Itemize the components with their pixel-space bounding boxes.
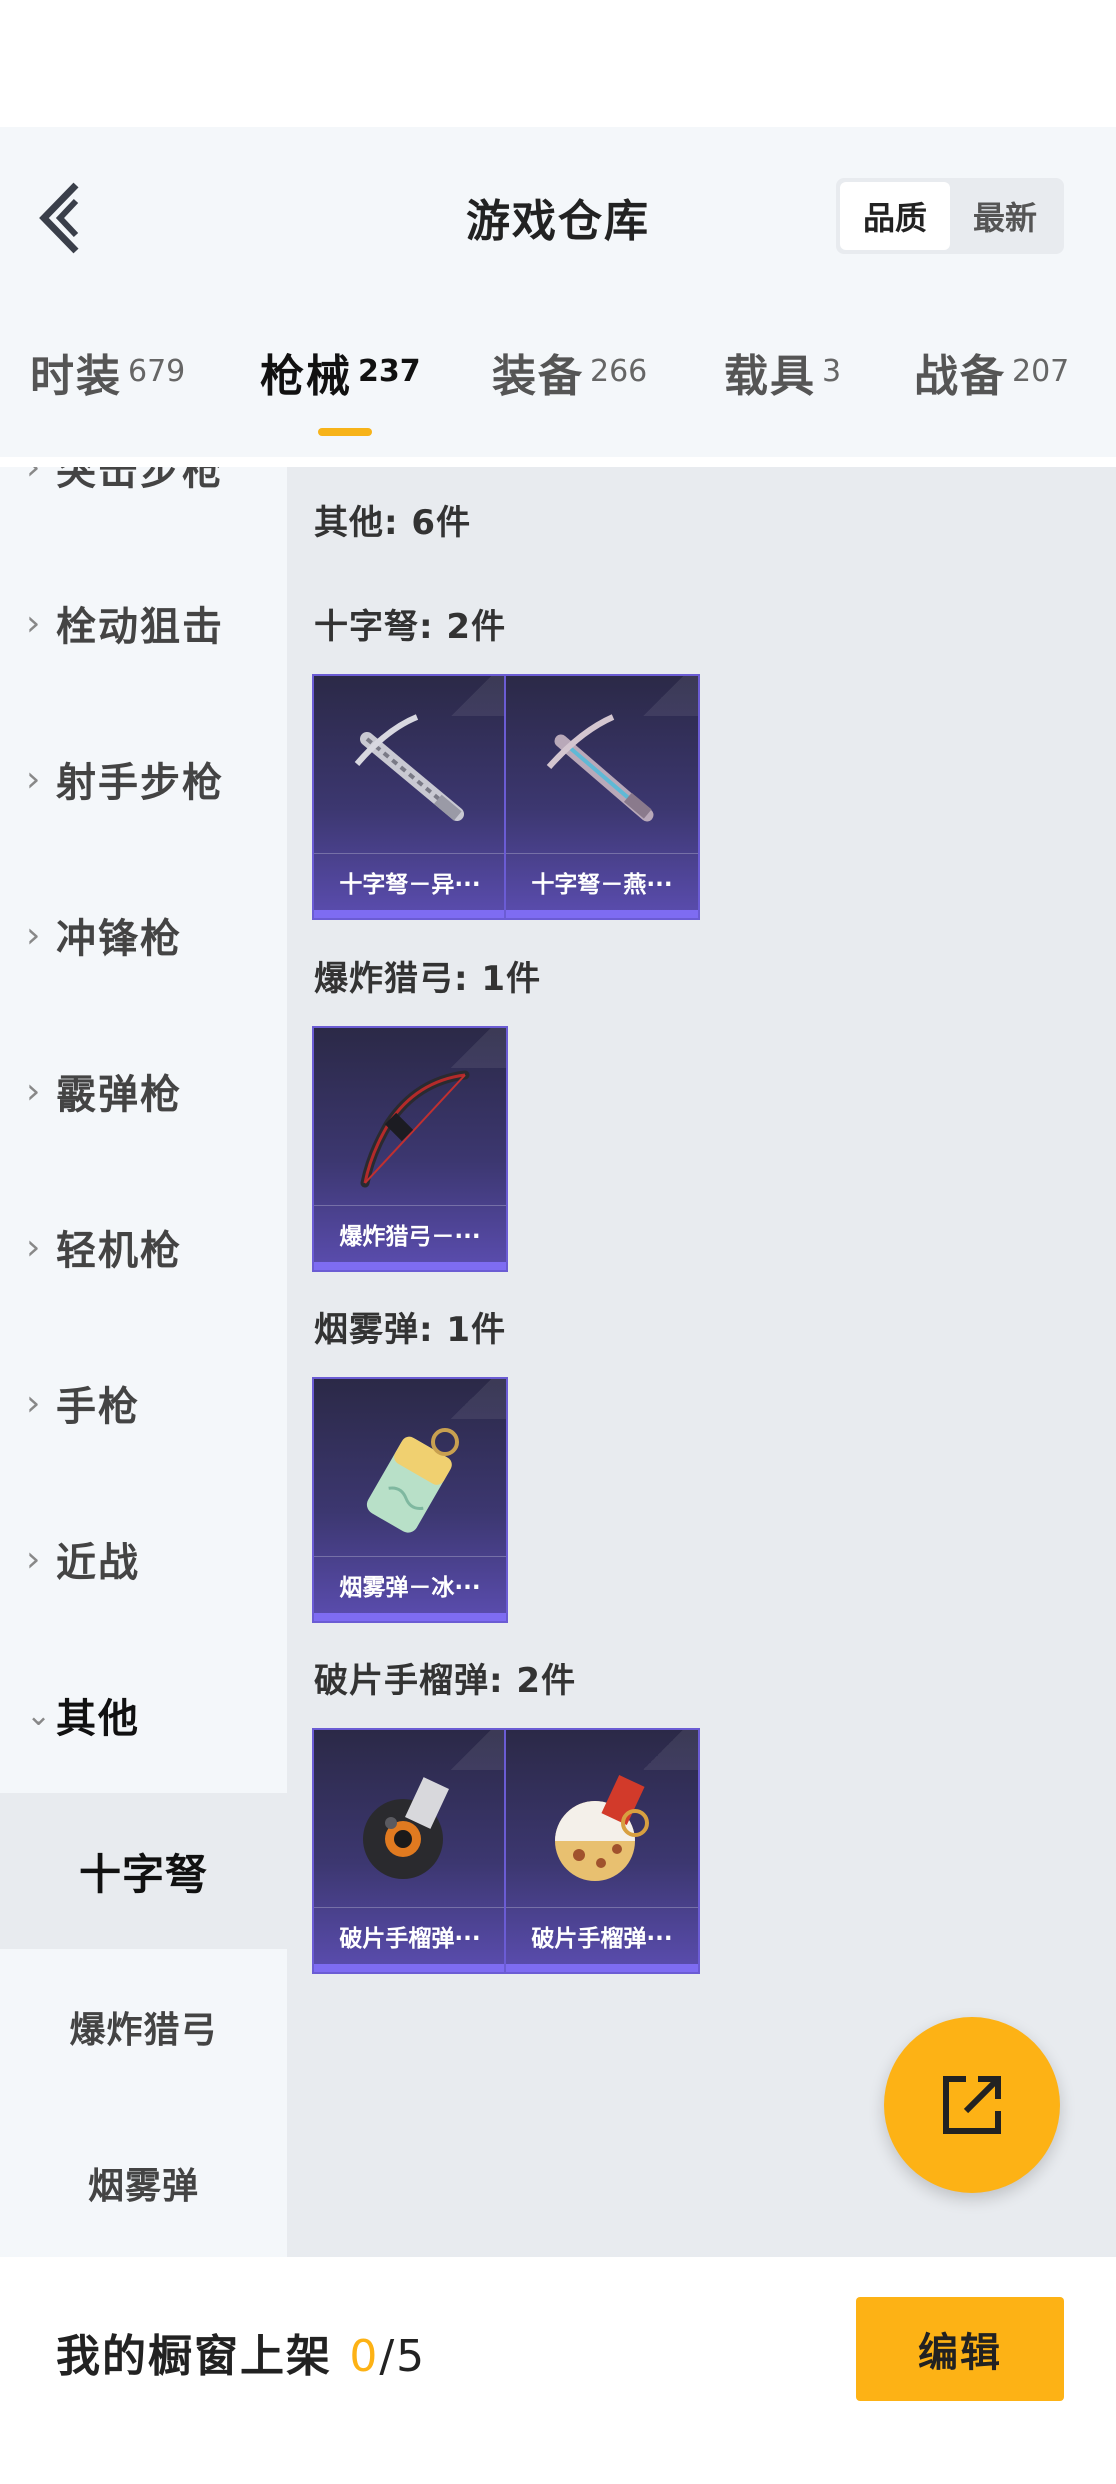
showcase-label: 我的橱窗上架 — [56, 2331, 332, 2382]
tab-label: 枪械 — [260, 351, 352, 402]
chevron-right-icon: › — [26, 602, 41, 644]
showcase-status: 我的橱窗上架 0/5 — [56, 2320, 426, 2384]
tab-label: 装备 — [492, 351, 584, 402]
sidebar-item-smg[interactable]: › 冲锋枪 — [0, 857, 287, 1013]
item-name: 十字弩－异··· — [314, 853, 506, 910]
item-card[interactable]: 十字弩－异··· — [312, 674, 508, 920]
tab-label: 载具 — [724, 351, 816, 402]
status-bar — [0, 0, 1116, 127]
item-card[interactable]: 破片手榴弹··· — [504, 1728, 700, 1974]
chevron-right-icon: › — [26, 758, 41, 800]
chevron-down-icon: ⌄ — [26, 1697, 52, 1733]
sidebar-item-melee[interactable]: › 近战 — [0, 1481, 287, 1637]
category-tabs: 时装 679 枪械 237 装备 266 载具 3 战备 207 — [0, 340, 1116, 450]
sidebar-item-label: 栓动狙击 — [56, 604, 224, 650]
bow-icon — [342, 1056, 482, 1196]
sidebar-item-other[interactable]: ⌄ 其他 — [0, 1637, 287, 1793]
sidebar-item-shotgun[interactable]: › 霰弹枪 — [0, 1013, 287, 1169]
crossbow-icon — [534, 704, 674, 844]
sidebar-item-label: 轻机枪 — [56, 1228, 182, 1274]
item-name: 烟雾弹－冰··· — [314, 1556, 506, 1613]
share-button[interactable] — [884, 2017, 1060, 2193]
sidebar-item-label: 射手步枪 — [56, 760, 224, 806]
item-name: 破片手榴弹··· — [314, 1907, 506, 1964]
chevron-right-icon: › — [26, 1382, 41, 1424]
tab-count: 679 — [128, 354, 186, 389]
sidebar-item-label: 冲锋枪 — [56, 916, 182, 962]
tab-count: 266 — [590, 354, 648, 389]
sidebar-item-label: 其他 — [56, 1696, 140, 1742]
item-name: 爆炸猎弓－··· — [314, 1205, 506, 1262]
sort-quality-button[interactable]: 品质 — [840, 182, 950, 250]
item-card[interactable]: 烟雾弹－冰··· — [312, 1377, 508, 1623]
sidebar-item-assault-rifle[interactable]: › 突击步枪 — [0, 467, 287, 545]
grenade-icon — [342, 1758, 482, 1898]
sort-latest-button[interactable]: 最新 — [950, 182, 1060, 250]
active-tab-indicator — [318, 428, 372, 436]
chevron-right-icon: › — [26, 1226, 41, 1268]
chevron-right-icon: › — [26, 1070, 41, 1112]
showcase-current-count: 0 — [349, 2331, 380, 2382]
showcase-total-count: /5 — [379, 2331, 427, 2382]
group-title: 十字弩: 2件 — [314, 607, 507, 647]
chevron-right-icon: › — [26, 914, 41, 956]
sidebar-subitem-smoke-grenade[interactable]: 烟雾弹 — [0, 2105, 287, 2257]
sidebar-item-marksman-rifle[interactable]: › 射手步枪 — [0, 701, 287, 857]
category-summary: 其他: 6件 — [314, 503, 472, 543]
edit-button[interactable]: 编辑 — [856, 2297, 1064, 2401]
tab-label: 时装 — [30, 351, 122, 402]
item-name: 十字弩－燕··· — [506, 853, 698, 910]
sidebar-subitem-explosive-bow[interactable]: 爆炸猎弓 — [0, 1949, 287, 2105]
item-name: 破片手榴弹··· — [506, 1907, 698, 1964]
sidebar-item-label: 突击步枪 — [56, 467, 224, 494]
item-card[interactable]: 爆炸猎弓－··· — [312, 1026, 508, 1272]
chevron-right-icon: › — [26, 1538, 41, 1580]
item-card[interactable]: 十字弩－燕··· — [504, 674, 700, 920]
tab-count: 207 — [1012, 354, 1070, 389]
tab-fashion[interactable]: 时装 679 — [30, 340, 185, 450]
tab-label: 战备 — [914, 351, 1006, 402]
grenade-icon — [534, 1758, 674, 1898]
sidebar-item-bolt-sniper[interactable]: › 栓动狙击 — [0, 545, 287, 701]
crossbow-icon — [342, 704, 482, 844]
sidebar-item-label: 手枪 — [56, 1384, 140, 1430]
chevron-right-icon: › — [26, 467, 41, 488]
sidebar-item-label: 霰弹枪 — [56, 1072, 182, 1118]
tab-tactical[interactable]: 战备 207 — [914, 340, 1069, 450]
group-title: 烟雾弹: 1件 — [314, 1310, 507, 1350]
item-card[interactable]: 破片手榴弹··· — [312, 1728, 508, 1974]
group-title: 破片手榴弹: 2件 — [314, 1661, 577, 1701]
sidebar-item-label: 近战 — [56, 1540, 140, 1586]
category-sidebar: › 突击步枪 › 栓动狙击 › 射手步枪 › 冲锋枪 › 霰弹枪 › 轻机枪 ›… — [0, 467, 287, 2257]
sidebar-item-pistol[interactable]: › 手枪 — [0, 1325, 287, 1481]
sort-toggle: 品质 最新 — [836, 178, 1064, 254]
sidebar-item-lmg[interactable]: › 轻机枪 — [0, 1169, 287, 1325]
tab-count: 237 — [358, 354, 421, 389]
sidebar-subitem-crossbow[interactable]: 十字弩 — [0, 1793, 287, 1949]
item-content: 其他: 6件 十字弩: 2件 十字弩－异··· 十字弩－燕··· 爆炸猎弓: 1… — [287, 467, 1116, 2257]
tab-equipment[interactable]: 装备 266 — [492, 340, 647, 450]
group-title: 爆炸猎弓: 1件 — [314, 959, 542, 999]
tab-count: 3 — [822, 354, 842, 389]
smoke-grenade-icon — [342, 1407, 482, 1547]
share-external-icon — [943, 2076, 1001, 2134]
tab-vehicles[interactable]: 载具 3 — [724, 340, 841, 450]
